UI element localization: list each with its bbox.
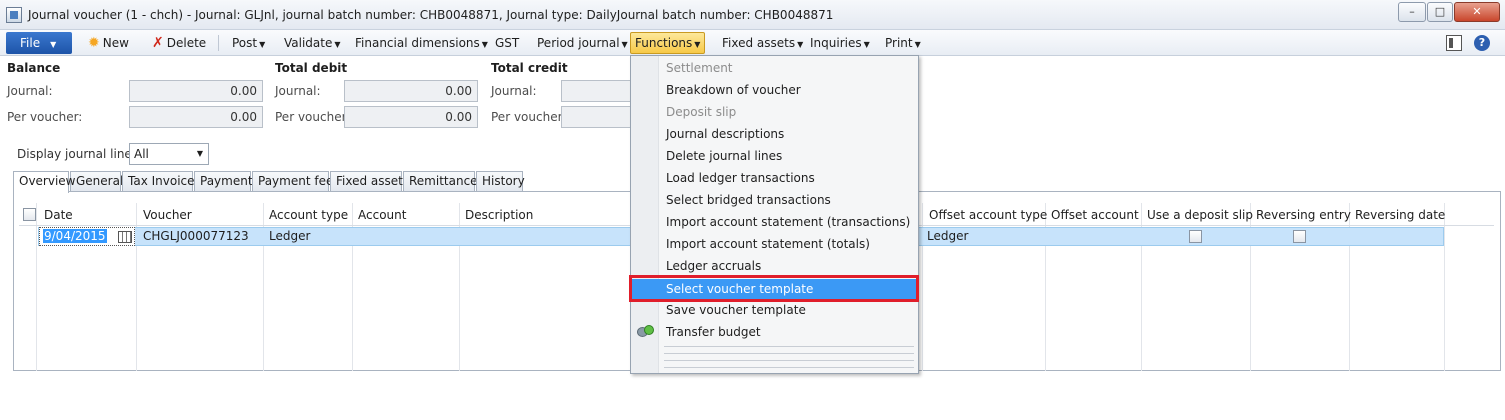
date-input[interactable]: 9/04/2015 (39, 227, 135, 246)
menu-separator (664, 346, 914, 347)
tab-overview[interactable]: Overview (13, 171, 76, 193)
credit-voucher-field (561, 106, 631, 128)
balance-journal-field: 0.00 (129, 80, 263, 102)
toolbar-divider (218, 35, 219, 51)
debit-group-title: Total debit (275, 61, 348, 75)
chevron-down-icon: ▼ (694, 40, 701, 49)
chevron-down-icon: ▼ (914, 40, 921, 49)
chevron-down-icon: ▼ (481, 40, 488, 49)
debit-voucher-label: Per voucher: (275, 110, 351, 124)
gst-button[interactable]: GST (491, 33, 523, 53)
menu-item-import-statement-transactions[interactable]: Import account statement (transactions) (666, 215, 910, 229)
debit-voucher-field: 0.00 (344, 106, 478, 128)
layout-icon[interactable] (1446, 35, 1462, 51)
menu-item-transfer-budget[interactable]: Transfer budget (666, 325, 761, 339)
tab-payment[interactable]: Payment (194, 171, 253, 192)
calendar-icon[interactable] (118, 231, 132, 243)
balance-voucher-label: Per voucher: (7, 110, 83, 124)
help-icon[interactable]: ? (1474, 35, 1490, 51)
balance-group-title: Balance (7, 61, 61, 75)
voucher-cell[interactable]: CHGLJ000077123 (143, 229, 249, 243)
column-header-offset-account[interactable]: Offset account (1051, 208, 1139, 222)
menu-item-save-voucher-template[interactable]: Save voucher template (666, 303, 806, 317)
menu-item-select-bridged-transactions[interactable]: Select bridged transactions (666, 193, 831, 207)
delete-button[interactable]: ✗ Delete (148, 33, 210, 53)
menu-separator (664, 367, 914, 368)
column-header-account[interactable]: Account (358, 208, 406, 222)
column-header-description[interactable]: Description (465, 208, 533, 222)
column-header-date[interactable]: Date (44, 208, 73, 222)
financial-dimensions-menu-button[interactable]: Financial dimensions ▼ (351, 33, 492, 53)
menu-item-ledger-accruals[interactable]: Ledger accruals (666, 259, 761, 273)
credit-journal-label: Journal: (491, 84, 537, 98)
chevron-down-icon: ▼ (797, 40, 804, 49)
debit-journal-label: Journal: (275, 84, 321, 98)
column-header-offset-account-type[interactable]: Offset account type (929, 208, 1047, 222)
menu-item-breakdown-of-voucher[interactable]: Breakdown of voucher (666, 83, 801, 97)
credit-group-title: Total credit (491, 61, 568, 75)
chevron-down-icon: ▼ (863, 40, 870, 49)
tab-history[interactable]: History (476, 171, 525, 192)
functions-menu: Settlement Breakdown of voucher Deposit … (629, 55, 919, 374)
chevron-down-icon: ▼ (334, 40, 341, 49)
action-pane: File ▼ ✹ New ✗ Delete Post ▼ Validate ▼ Finan… (0, 30, 1505, 56)
menu-separator (664, 360, 914, 361)
inquiries-menu-button[interactable]: Inquiries ▼ (806, 33, 874, 53)
chevron-down-icon: ▼ (196, 149, 203, 158)
transfer-budget-icon (635, 323, 655, 339)
highlight-callout-box (629, 275, 919, 302)
tab-payment-fee[interactable]: Payment fee (252, 171, 333, 192)
validate-menu-button[interactable]: Validate ▼ (280, 33, 345, 53)
window-title: Journal voucher (1 - chch) - Journal: GL… (28, 8, 834, 22)
app-icon (6, 7, 22, 23)
fixed-assets-menu-button[interactable]: Fixed assets ▼ (718, 33, 807, 53)
select-all-checkbox[interactable] (23, 208, 36, 221)
close-button[interactable]: ✕ (1454, 2, 1500, 22)
new-icon: ✹ (88, 35, 100, 51)
offset-account-type-cell[interactable]: Ledger (927, 229, 968, 243)
menu-separator (664, 353, 914, 354)
minimize-button[interactable]: – (1398, 2, 1426, 22)
credit-voucher-label: Per voucher: (491, 110, 567, 124)
balance-voucher-field: 0.00 (129, 106, 263, 128)
period-journal-menu-button[interactable]: Period journal ▼ (533, 33, 632, 53)
file-menu-button[interactable]: File ▼ (6, 32, 72, 54)
grid-column-divider (1444, 203, 1445, 371)
new-button[interactable]: ✹ New (84, 33, 133, 53)
account-type-cell[interactable]: Ledger (269, 229, 310, 243)
tab-remittance[interactable]: Remittance (403, 171, 478, 192)
menu-item-settlement[interactable]: Settlement (666, 61, 733, 75)
tab-fixed-assets[interactable]: Fixed assets (330, 171, 409, 192)
chevron-down-icon: ▼ (259, 40, 266, 49)
functions-menu-button[interactable]: Functions ▼ (630, 32, 706, 54)
chevron-down-icon: ▼ (621, 40, 628, 49)
grid-column-divider (36, 203, 37, 371)
column-header-voucher[interactable]: Voucher (143, 208, 192, 222)
display-journal-lines-select[interactable]: All ▼ (129, 143, 209, 165)
tab-tax-invoice[interactable]: Tax Invoice (122, 171, 195, 192)
date-value: 9/04/2015 (43, 229, 107, 243)
deposit-slip-checkbox[interactable] (1189, 230, 1202, 243)
maximize-button[interactable]: □ (1427, 2, 1453, 22)
reversing-entry-checkbox[interactable] (1293, 230, 1306, 243)
credit-journal-field (561, 80, 631, 102)
column-header-reversing-entry[interactable]: Reversing entry (1256, 208, 1351, 222)
menu-item-delete-journal-lines[interactable]: Delete journal lines (666, 149, 782, 163)
column-header-deposit-slip[interactable]: Use a deposit slip (1147, 208, 1253, 222)
print-menu-button[interactable]: Print ▼ (881, 33, 925, 53)
menu-item-import-statement-totals[interactable]: Import account statement (totals) (666, 237, 870, 251)
post-menu-button[interactable]: Post ▼ (228, 33, 269, 53)
menu-item-journal-descriptions[interactable]: Journal descriptions (666, 127, 784, 141)
debit-journal-field: 0.00 (344, 80, 478, 102)
menu-item-deposit-slip[interactable]: Deposit slip (666, 105, 736, 119)
column-header-account-type[interactable]: Account type (269, 208, 348, 222)
display-journal-lines-label: Display journal lines: (17, 147, 143, 161)
chevron-down-icon: ▼ (50, 40, 57, 49)
column-header-reversing-date[interactable]: Reversing date (1355, 208, 1445, 222)
menu-item-load-ledger-transactions[interactable]: Load ledger transactions (666, 171, 815, 185)
balance-journal-label: Journal: (7, 84, 53, 98)
title-bar: Journal voucher (1 - chch) - Journal: GL… (0, 0, 1505, 30)
delete-icon: ✗ (152, 35, 164, 51)
tab-general[interactable]: General (70, 171, 123, 192)
